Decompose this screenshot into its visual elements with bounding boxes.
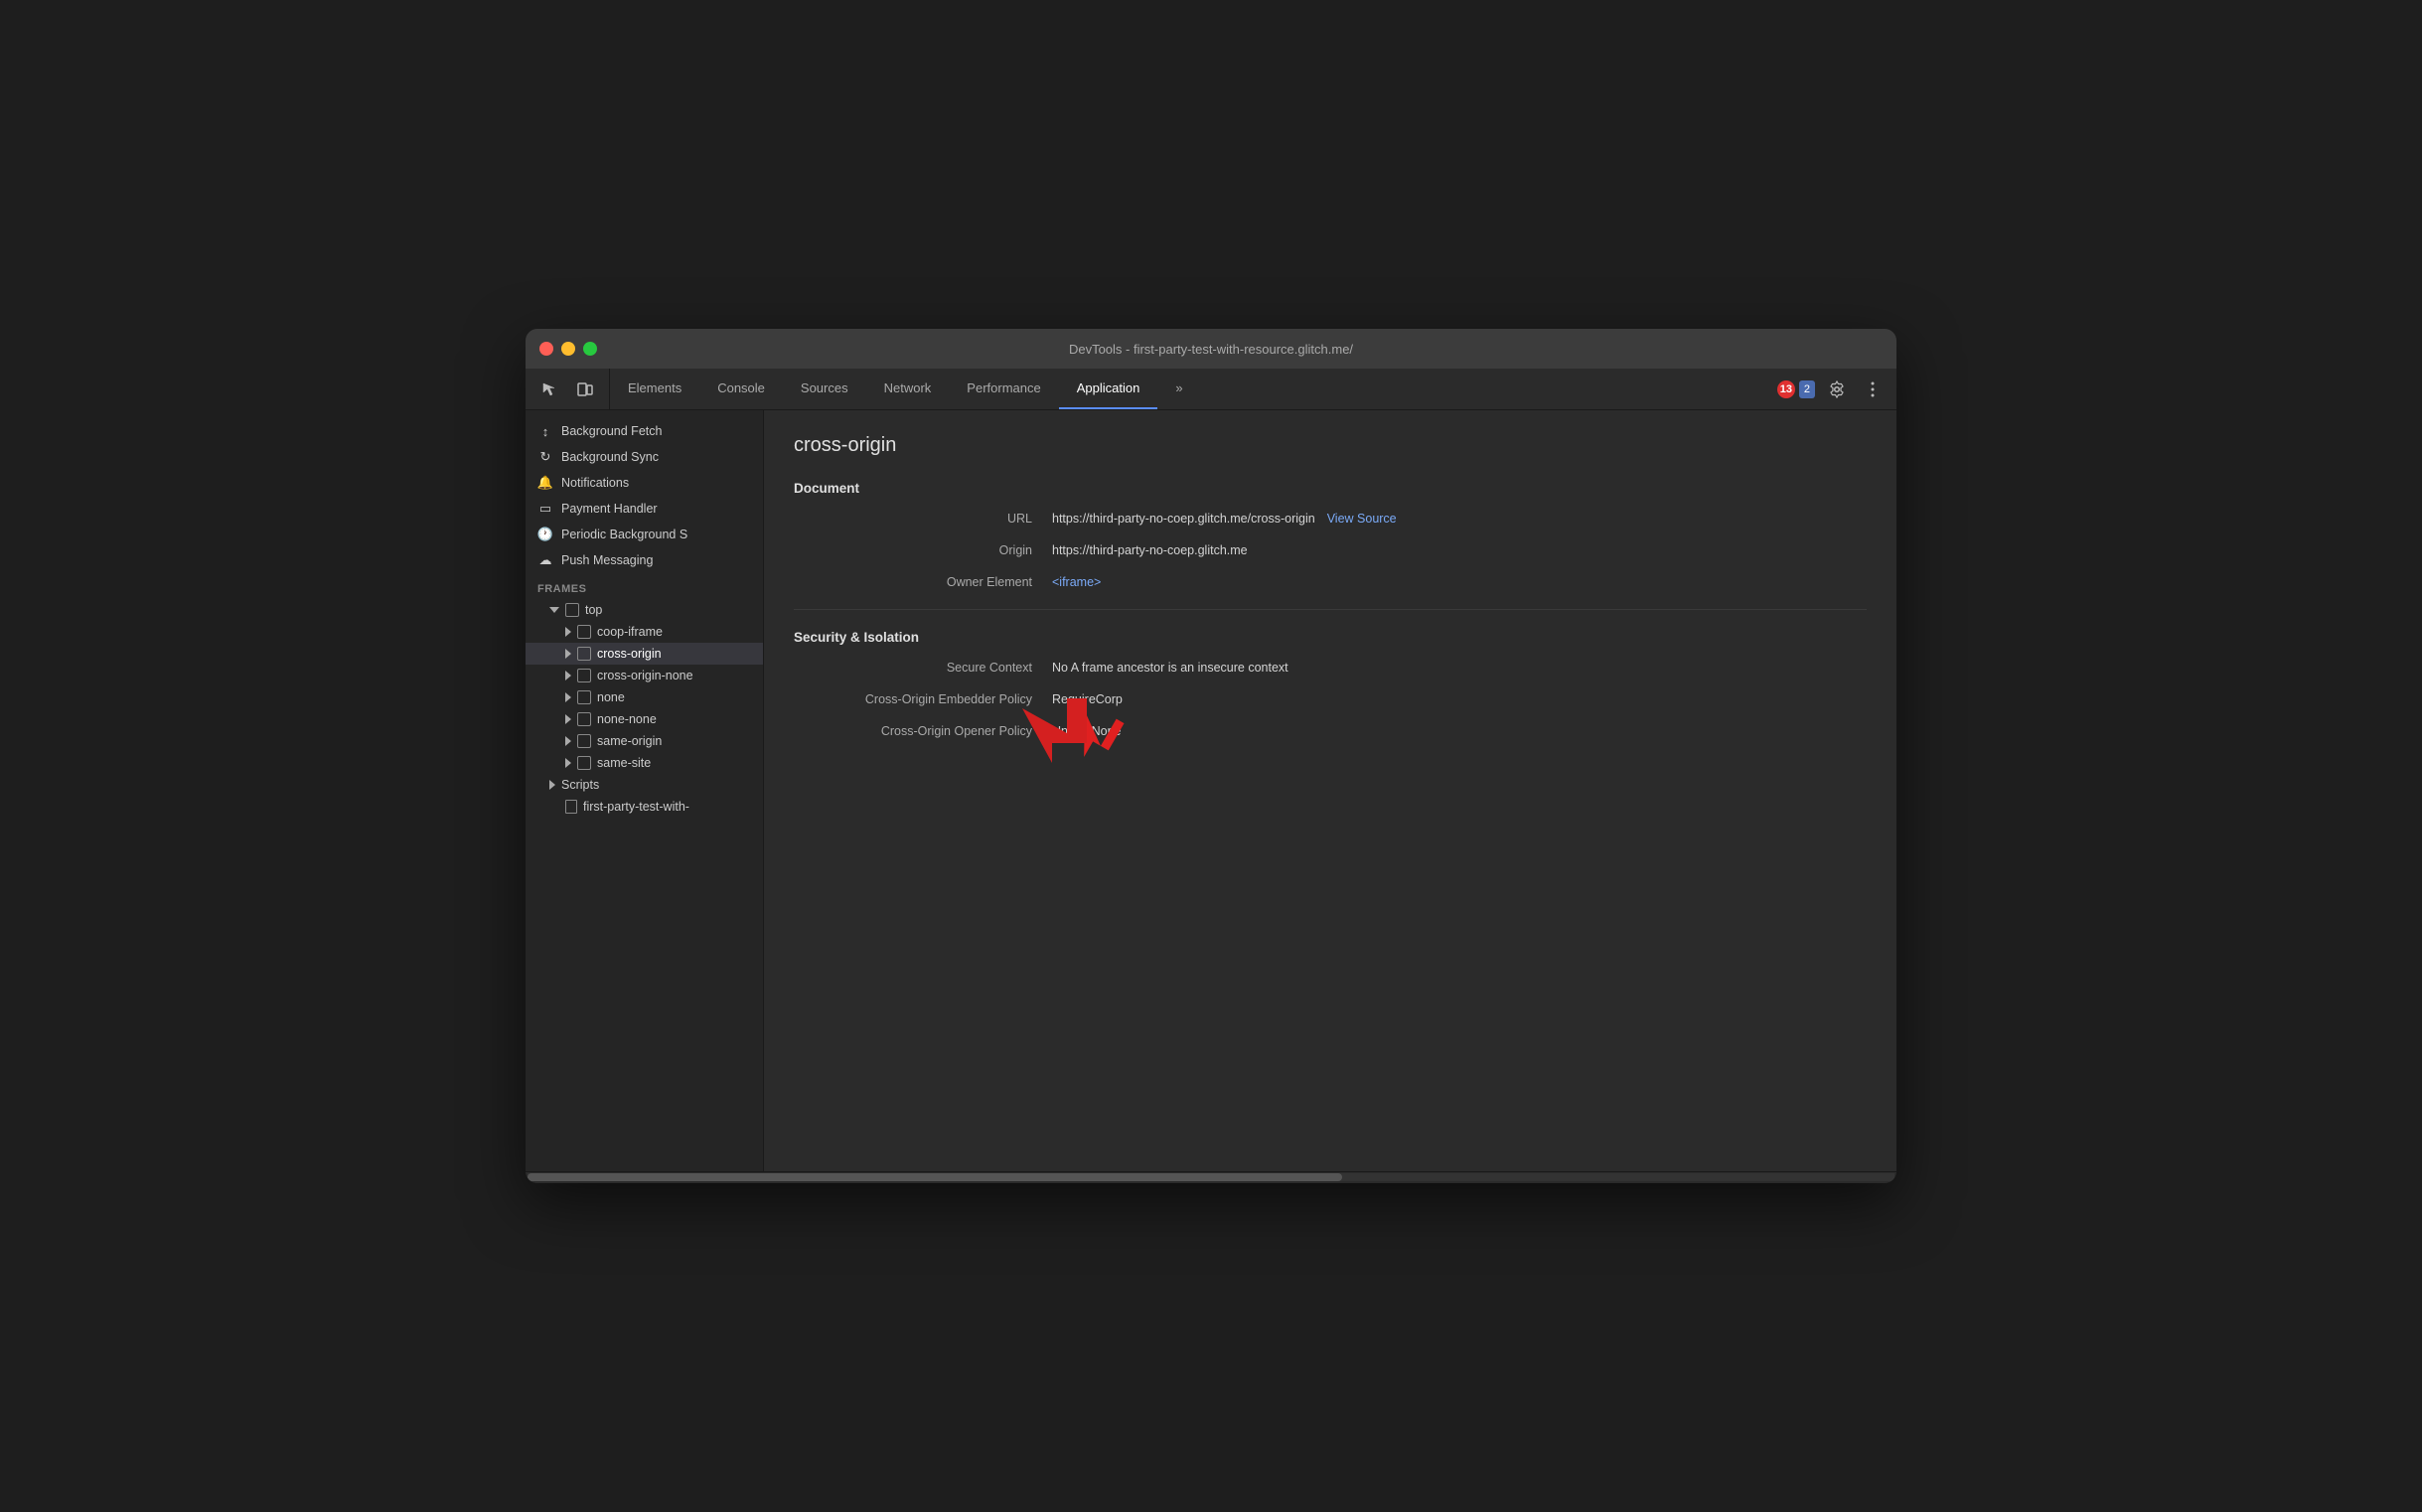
secure-context-label: Secure Context <box>794 661 1052 675</box>
error-badge[interactable]: 13 2 <box>1777 380 1815 398</box>
secure-context-row: Secure Context No A frame ancestor is an… <box>794 661 1867 675</box>
sidebar-item-frame-same-site[interactable]: same-site <box>526 752 763 774</box>
horizontal-scrollbar[interactable] <box>526 1171 1896 1183</box>
expand-icon <box>565 692 571 702</box>
frame-icon <box>577 625 591 639</box>
settings-button[interactable] <box>1823 376 1851 403</box>
tab-sources[interactable]: Sources <box>783 369 866 409</box>
background-fetch-icon: ↕ <box>537 423 553 439</box>
owner-element-row: Owner Element <iframe> <box>794 575 1867 589</box>
push-messaging-icon: ☁ <box>537 552 553 568</box>
frame-icon <box>577 669 591 682</box>
frames-section-label: Frames <box>526 573 763 599</box>
expand-icon <box>565 627 571 637</box>
periodic-background-icon: 🕐 <box>537 527 553 542</box>
sidebar-item-frame-none[interactable]: none <box>526 686 763 708</box>
sidebar-item-frame-same-origin[interactable]: same-origin <box>526 730 763 752</box>
background-sync-icon: ↻ <box>537 449 553 465</box>
file-icon <box>565 800 577 814</box>
tab-application[interactable]: Application <box>1059 369 1158 409</box>
notifications-icon: 🔔 <box>537 475 553 491</box>
expand-icon <box>565 758 571 768</box>
tab-console[interactable]: Console <box>699 369 783 409</box>
minimize-button[interactable] <box>561 342 575 356</box>
sidebar-item-background-sync[interactable]: ↻ Background Sync <box>526 444 763 470</box>
document-section-title: Document <box>794 481 1867 496</box>
sidebar-item-frame-cross-origin-none[interactable]: cross-origin-none <box>526 665 763 686</box>
arrow-indicator <box>1012 693 1102 788</box>
frame-icon <box>577 647 591 661</box>
main-panel: cross-origin Document URL https://third-… <box>764 410 1896 1171</box>
sidebar-item-notifications[interactable]: 🔔 Notifications <box>526 470 763 496</box>
traffic-lights <box>539 342 597 356</box>
title-bar: DevTools - first-party-test-with-resourc… <box>526 329 1896 369</box>
coop-row: Cross-Origin Opener Policy UnsafeNone <box>794 724 1867 738</box>
sidebar-item-payment-handler[interactable]: ▭ Payment Handler <box>526 496 763 522</box>
scrollbar-thumb[interactable] <box>528 1173 1342 1181</box>
tab-performance[interactable]: Performance <box>949 369 1058 409</box>
inspect-element-button[interactable] <box>535 376 563 403</box>
url-label: URL <box>794 512 1052 526</box>
url-value: https://third-party-no-coep.glitch.me/cr… <box>1052 512 1315 526</box>
error-count: 13 <box>1777 380 1795 398</box>
sidebar-item-periodic-background[interactable]: 🕐 Periodic Background S <box>526 522 763 547</box>
owner-element-value[interactable]: <iframe> <box>1052 575 1101 589</box>
sidebar-item-push-messaging[interactable]: ☁ Push Messaging <box>526 547 763 573</box>
main-content: ↕ Background Fetch ↻ Background Sync 🔔 N… <box>526 410 1896 1171</box>
toolbar-right: 13 2 <box>1767 369 1896 409</box>
sidebar-item-frame-coop-iframe[interactable]: coop-iframe <box>526 621 763 643</box>
frame-icon <box>577 690 591 704</box>
origin-row: Origin https://third-party-no-coep.glitc… <box>794 543 1867 557</box>
sidebar: ↕ Background Fetch ↻ Background Sync 🔔 N… <box>526 410 764 1171</box>
expand-icon <box>549 607 559 613</box>
expand-icon <box>565 671 571 680</box>
coop-label: Cross-Origin Opener Policy <box>794 724 1052 738</box>
section-divider <box>794 609 1867 610</box>
view-source-link[interactable]: View Source <box>1327 512 1397 526</box>
device-mode-button[interactable] <box>571 376 599 403</box>
coop-value: UnsafeNone <box>1052 724 1122 738</box>
coep-label: Cross-Origin Embedder Policy <box>794 692 1052 706</box>
security-section-title: Security & Isolation <box>794 630 1867 645</box>
origin-label: Origin <box>794 543 1052 557</box>
sidebar-item-background-fetch[interactable]: ↕ Background Fetch <box>526 418 763 444</box>
page-title: cross-origin <box>794 434 1867 457</box>
toolbar: Elements Console Sources Network Perform… <box>526 369 1896 410</box>
toolbar-icon-group <box>526 369 610 409</box>
expand-icon <box>565 649 571 659</box>
sidebar-item-script-file[interactable]: first-party-test-with- <box>526 796 763 818</box>
expand-icon <box>565 714 571 724</box>
frame-icon <box>577 756 591 770</box>
payment-handler-icon: ▭ <box>537 501 553 517</box>
tab-more[interactable]: » <box>1157 369 1200 409</box>
secure-context-value: No A frame ancestor is an insecure conte… <box>1052 661 1288 675</box>
tab-network[interactable]: Network <box>866 369 950 409</box>
sidebar-item-frame-cross-origin[interactable]: cross-origin <box>526 643 763 665</box>
tab-elements[interactable]: Elements <box>610 369 699 409</box>
sidebar-item-frame-none-none[interactable]: none-none <box>526 708 763 730</box>
expand-icon <box>565 736 571 746</box>
coep-row: Cross-Origin Embedder Policy RequireCorp <box>794 692 1867 706</box>
warning-count: 2 <box>1799 380 1815 398</box>
close-button[interactable] <box>539 342 553 356</box>
maximize-button[interactable] <box>583 342 597 356</box>
frame-icon <box>577 712 591 726</box>
url-row: URL https://third-party-no-coep.glitch.m… <box>794 512 1867 526</box>
scrollbar-track <box>528 1173 1894 1181</box>
sidebar-item-scripts[interactable]: Scripts <box>526 774 763 796</box>
frame-icon <box>577 734 591 748</box>
sidebar-item-frame-top[interactable]: top <box>526 599 763 621</box>
window-title: DevTools - first-party-test-with-resourc… <box>1069 342 1353 357</box>
origin-value: https://third-party-no-coep.glitch.me <box>1052 543 1248 557</box>
frame-icon <box>565 603 579 617</box>
owner-element-label: Owner Element <box>794 575 1052 589</box>
expand-icon <box>549 780 555 790</box>
coep-value: RequireCorp <box>1052 692 1123 706</box>
url-value-group: https://third-party-no-coep.glitch.me/cr… <box>1052 512 1397 526</box>
more-menu-button[interactable] <box>1859 376 1887 403</box>
tab-bar: Elements Console Sources Network Perform… <box>610 369 1767 409</box>
devtools-window: DevTools - first-party-test-with-resourc… <box>526 329 1896 1183</box>
red-arrow-annotation <box>1042 698 1132 788</box>
